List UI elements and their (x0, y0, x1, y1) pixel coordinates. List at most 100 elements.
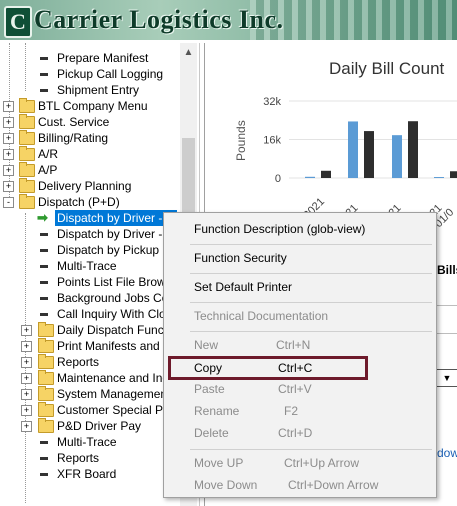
document-icon (40, 313, 48, 316)
company-name: Carrier Logistics Inc. (34, 5, 284, 34)
y-tick-label: 0 (275, 173, 281, 185)
tree-folder-maintenance[interactable]: + Maintenance and Inq (0, 370, 180, 386)
tree-item-points-list[interactable]: Points List File Browse (0, 274, 180, 290)
menu-item-rename[interactable]: Rename F2 (164, 401, 436, 421)
menu-item-shortcut: Ctrl+Up Arrow (284, 456, 360, 470)
expand-icon[interactable]: + (21, 357, 32, 368)
expand-icon[interactable]: + (21, 421, 32, 432)
tree-item-label: Reports (57, 355, 100, 369)
expand-icon[interactable]: + (21, 389, 32, 400)
tree-folder-dispatch[interactable]: - Dispatch (P+D) (0, 194, 180, 210)
context-menu[interactable]: Function Description (glob-view) Functio… (163, 212, 437, 498)
tree-folder-system-management[interactable]: + System Management (0, 386, 180, 402)
tree-item-dispatch-by-driver-g[interactable]: ➡ Dispatch by Driver - G (0, 210, 180, 226)
folder-icon (38, 354, 54, 369)
document-icon (40, 233, 48, 236)
menu-separator (190, 302, 432, 303)
menu-item-shortcut: Ctrl+C (278, 361, 313, 375)
menu-item-set-default-printer[interactable]: Set Default Printer (164, 277, 436, 297)
menu-item-label: Move UP (194, 456, 244, 470)
menu-item-move-down[interactable]: Move Down Ctrl+Down Arrow (164, 475, 436, 495)
tree-folder-delivery-planning[interactable]: + Delivery Planning (0, 178, 180, 194)
menu-item-shortcut: Ctrl+D (278, 426, 313, 440)
menu-item-paste[interactable]: Paste Ctrl+V (164, 379, 436, 399)
expand-icon[interactable]: + (3, 117, 14, 128)
tree-item-xfr-board[interactable]: XFR Board (0, 466, 180, 482)
menu-item-label: Rename (194, 404, 240, 418)
menu-item-move-up[interactable]: Move UP Ctrl+Up Arrow (164, 453, 436, 473)
chart-bar (392, 135, 402, 178)
tree-item-call-inquiry[interactable]: Call Inquiry With Closi (0, 306, 180, 322)
folder-icon (19, 178, 35, 193)
tree-item-label: Customer Special Pro (57, 403, 174, 417)
dropdown-chevron-icon[interactable]: ▼ (435, 369, 457, 387)
expand-icon[interactable]: + (3, 181, 14, 192)
chart-bar (408, 121, 418, 178)
tree-item-prepare-manifest[interactable]: Prepare Manifest (0, 50, 180, 66)
expand-icon[interactable]: + (21, 373, 32, 384)
bills-label: Bills (437, 263, 457, 277)
expand-icon[interactable]: + (21, 325, 32, 336)
tree-folder-ap[interactable]: + A/P (0, 162, 180, 178)
tree-folder-reports[interactable]: + Reports (0, 354, 180, 370)
tree-folder-daily-dispatch[interactable]: + Daily Dispatch Functio (0, 322, 180, 338)
tree-item-reports-2[interactable]: Reports (0, 450, 180, 466)
download-link[interactable]: dow (437, 446, 457, 460)
expand-icon[interactable]: + (3, 165, 14, 176)
tree-item-dispatch-by-pickup[interactable]: Dispatch by Pickup B (0, 242, 180, 258)
tree-item-label: Dispatch by Driver - T (57, 227, 173, 241)
folder-icon (38, 370, 54, 385)
tree-item-label: Points List File Browse (57, 275, 179, 289)
document-icon (40, 441, 48, 444)
tree-item-label: XFR Board (57, 467, 117, 481)
tree-item-label: Daily Dispatch Functio (57, 323, 177, 337)
tree-item-label: Maintenance and Inq (57, 371, 170, 385)
tree-folder-cust-service[interactable]: + Cust. Service (0, 114, 180, 130)
menu-item-delete[interactable]: Delete Ctrl+D (164, 423, 436, 443)
tree-item-label: Prepare Manifest (57, 51, 149, 65)
menu-item-technical-documentation[interactable]: Technical Documentation (164, 306, 436, 326)
tree-folder-pd-driver-pay[interactable]: + P&D Driver Pay (0, 418, 180, 434)
folder-icon (19, 162, 35, 177)
folder-icon (38, 386, 54, 401)
expand-icon[interactable]: + (3, 101, 14, 112)
tree-folder-customer-special[interactable]: + Customer Special Pro (0, 402, 180, 418)
chart-bar (364, 131, 374, 178)
tree-item-multi-trace[interactable]: Multi-Trace (0, 258, 180, 274)
tree-item-label: Pickup Call Logging (57, 67, 164, 81)
menu-item-function-security[interactable]: Function Security (164, 248, 436, 268)
expand-icon[interactable]: + (21, 405, 32, 416)
expand-icon[interactable]: + (3, 133, 14, 144)
scroll-up-icon[interactable]: ▲ (180, 47, 197, 61)
expand-icon[interactable]: + (3, 149, 14, 160)
collapse-icon[interactable]: - (3, 197, 14, 208)
tree-item-label: Dispatch (P+D) (38, 195, 120, 209)
tree-item-label: Call Inquiry With Closi (57, 307, 175, 321)
tree-folder-print-manifests[interactable]: + Print Manifests and D (0, 338, 180, 354)
tree-item-dispatch-by-driver-t[interactable]: Dispatch by Driver - T (0, 226, 180, 242)
menu-separator (190, 244, 432, 245)
menu-item-new[interactable]: New Ctrl+N (164, 335, 436, 355)
menu-item-label: Copy (194, 361, 223, 375)
menu-item-function-description[interactable]: Function Description (glob-view) (164, 219, 436, 239)
tree-folder-btl-company-menu[interactable]: + BTL Company Menu (0, 98, 180, 114)
document-icon (40, 457, 48, 460)
tree-item-label: Dispatch by Pickup B (57, 243, 171, 257)
tree-item-shipment-entry[interactable]: Shipment Entry (0, 82, 180, 98)
chart-bar (450, 171, 457, 178)
document-icon (40, 89, 48, 92)
document-icon (40, 473, 48, 476)
menu-item-label: Paste (194, 382, 225, 396)
tree-item-label: A/R (38, 147, 59, 161)
folder-open-icon (19, 194, 35, 209)
menu-item-copy[interactable]: Copy Ctrl+C (164, 358, 436, 378)
tree-item-background-jobs[interactable]: Background Jobs Cor (0, 290, 180, 306)
expand-icon[interactable]: + (21, 341, 32, 352)
tree-item-multi-trace-2[interactable]: Multi-Trace (0, 434, 180, 450)
chart-bar (321, 170, 331, 178)
tree-item-label: Cust. Service (38, 115, 110, 129)
tree-folder-billing-rating[interactable]: + Billing/Rating (0, 130, 180, 146)
tree-item-label: P&D Driver Pay (57, 419, 142, 433)
tree-folder-ar[interactable]: + A/R (0, 146, 180, 162)
tree-item-pickup-call-logging[interactable]: Pickup Call Logging (0, 66, 180, 82)
